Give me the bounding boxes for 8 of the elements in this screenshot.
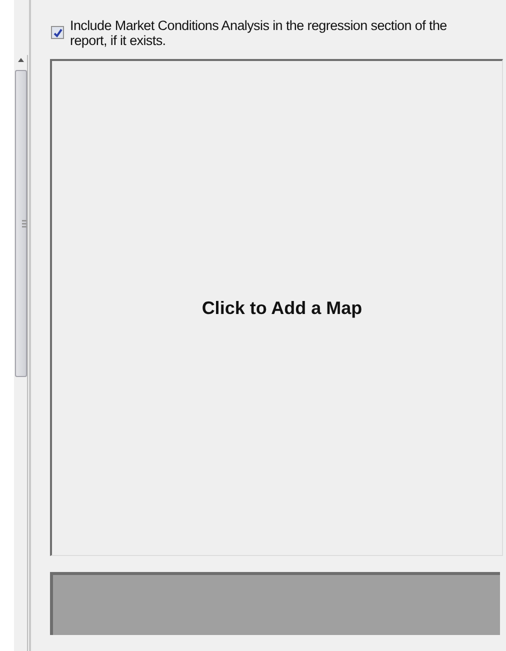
scroll-thumb[interactable] <box>14 70 26 377</box>
grip-icon <box>22 220 26 228</box>
add-map-prompt: Click to Add a Map <box>202 298 362 318</box>
scrollbar[interactable] <box>14 55 28 651</box>
checkbox[interactable] <box>51 26 64 39</box>
map-panel[interactable]: Click to Add a Map <box>50 59 503 556</box>
checkbox-label: Include Market Conditions Analysis in the regression section of the report, if it exists. <box>70 18 448 48</box>
scroll-up-icon[interactable] <box>18 58 24 62</box>
